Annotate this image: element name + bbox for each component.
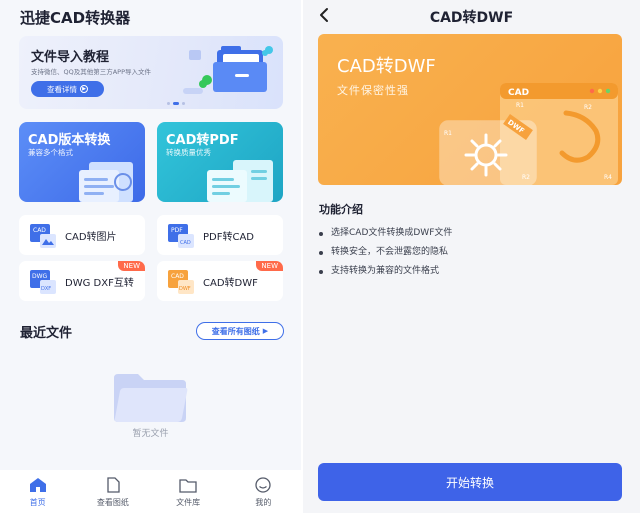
banner-subtitle: 支持微信、QQ及其他第三方APP导入文件 (31, 68, 152, 76)
tab-label: 我的 (255, 498, 272, 507)
pdf-cad-icon: PDF CAD (168, 224, 194, 248)
empty-folder-icon (114, 374, 188, 422)
cad-dwf-icon: CAD DWF (168, 270, 194, 294)
tool-label: CAD转DWF (203, 278, 258, 289)
view-details-button[interactable]: 查看详情 ▶ (31, 81, 104, 97)
svg-text:DWG: DWG (32, 273, 48, 280)
svg-text:CAD: CAD (171, 273, 184, 280)
start-convert-button[interactable]: 开始转换 (318, 463, 622, 501)
app-title: 迅捷CAD转换器 (20, 9, 131, 27)
tool-label: CAD转图片 (65, 232, 117, 243)
view-all-label: 查看所有图纸 (211, 326, 260, 336)
cad-to-pdf-card[interactable]: CAD转PDF 转换质量优秀 (157, 122, 283, 202)
cad-dwf-illustration-icon: CAD R1 R2 R4 R1 R2 DWF (439, 83, 618, 185)
view-details-label: 查看详情 (47, 84, 77, 94)
cad-version-convert-card[interactable]: CAD版本转换 兼容多个格式 (19, 122, 145, 202)
tab-file-library[interactable]: 文件库 (151, 470, 226, 513)
dwg-dxf-convert-tool[interactable]: DWG DXF DWG DXF互转 NEW (19, 261, 145, 301)
cad-to-dwf-tool[interactable]: CAD DWF CAD转DWF NEW (157, 261, 283, 301)
cad-image-icon: CAD (30, 224, 56, 248)
home-icon (29, 478, 46, 492)
document-icon (107, 477, 120, 493)
svg-text:CAD: CAD (180, 240, 191, 246)
tab-label: 首页 (29, 498, 46, 507)
card-subtitle: 兼容多个格式 (28, 148, 73, 157)
cad-to-dwf-screen: CAD转DWF CAD转DWF 文件保密性强 CAD R1 R2 R4 R1 R… (303, 0, 640, 513)
tab-label: 查看图纸 (96, 498, 129, 507)
svg-text:DWF: DWF (179, 286, 191, 292)
pdf-document-icon (207, 160, 273, 202)
carousel-dots (167, 102, 185, 105)
marker-label: R1 (516, 102, 524, 109)
cad-document-icon (79, 162, 133, 202)
cad-to-image-tool[interactable]: CAD CAD转图片 (19, 215, 145, 255)
tab-home[interactable]: 首页 (0, 470, 75, 513)
marker-label: R4 (604, 174, 612, 181)
page-title: CAD转DWF (429, 10, 514, 26)
card-title: CAD版本转换 (28, 133, 111, 148)
card-title: CAD转PDF (166, 133, 239, 148)
tab-profile[interactable]: 我的 (226, 470, 301, 513)
empty-state-text: 暂无文件 (132, 429, 169, 439)
dwg-dxf-icon: DWG DXF (30, 270, 56, 294)
pdf-to-cad-tool[interactable]: PDF CAD PDF转CAD (157, 215, 283, 255)
recent-files-title: 最近文件 (20, 326, 73, 341)
new-badge: NEW (118, 261, 145, 271)
bottom-tab-bar: 首页 查看图纸 文件库 我的 (0, 470, 301, 513)
new-badge: NEW (256, 261, 283, 271)
hero-banner: CAD转DWF 文件保密性强 CAD R1 R2 R4 R1 R2 DWF (318, 34, 622, 185)
profile-icon (255, 477, 272, 493)
svg-text:CAD: CAD (33, 227, 46, 234)
window-label: CAD (508, 88, 529, 98)
tab-label: 文件库 (176, 498, 201, 507)
tool-label: DWG DXF互转 (65, 278, 134, 289)
marker-label: R2 (522, 174, 530, 181)
home-screen: 迅捷CAD转换器 文件导入教程 支持微信、QQ及其他第三方APP导入文件 查看详… (0, 0, 301, 513)
banner-title: 文件导入教程 (31, 50, 110, 65)
hero-subtitle: 文件保密性强 (337, 84, 409, 97)
marker-label: R1 (444, 130, 452, 137)
marker-label: R2 (584, 104, 592, 111)
view-all-drawings-button[interactable]: 查看所有图纸 ▶ (196, 322, 284, 340)
feature-item: 支持转换为兼容的文件格式 (319, 262, 452, 281)
hero-title: CAD转DWF (337, 56, 436, 77)
svg-text:DXF: DXF (41, 286, 51, 292)
feature-item: 选择CAD文件转换成DWF文件 (319, 224, 452, 243)
tab-view-drawings[interactable]: 查看图纸 (75, 470, 150, 513)
svg-text:PDF: PDF (171, 227, 183, 234)
folder-illustration-icon (183, 46, 273, 94)
features-title: 功能介绍 (319, 203, 363, 216)
folder-icon (179, 479, 197, 493)
features-list: 选择CAD文件转换成DWF文件 转换安全，不会泄露您的隐私 支持转换为兼容的文件… (319, 224, 452, 281)
feature-item: 转换安全，不会泄露您的隐私 (319, 243, 452, 262)
play-arrow-icon: ▶ (262, 327, 269, 335)
tool-label: PDF转CAD (203, 232, 255, 243)
import-tutorial-banner[interactable]: 文件导入教程 支持微信、QQ及其他第三方APP导入文件 查看详情 ▶ (19, 36, 283, 109)
arrow-right-icon: ▶ (80, 85, 88, 93)
